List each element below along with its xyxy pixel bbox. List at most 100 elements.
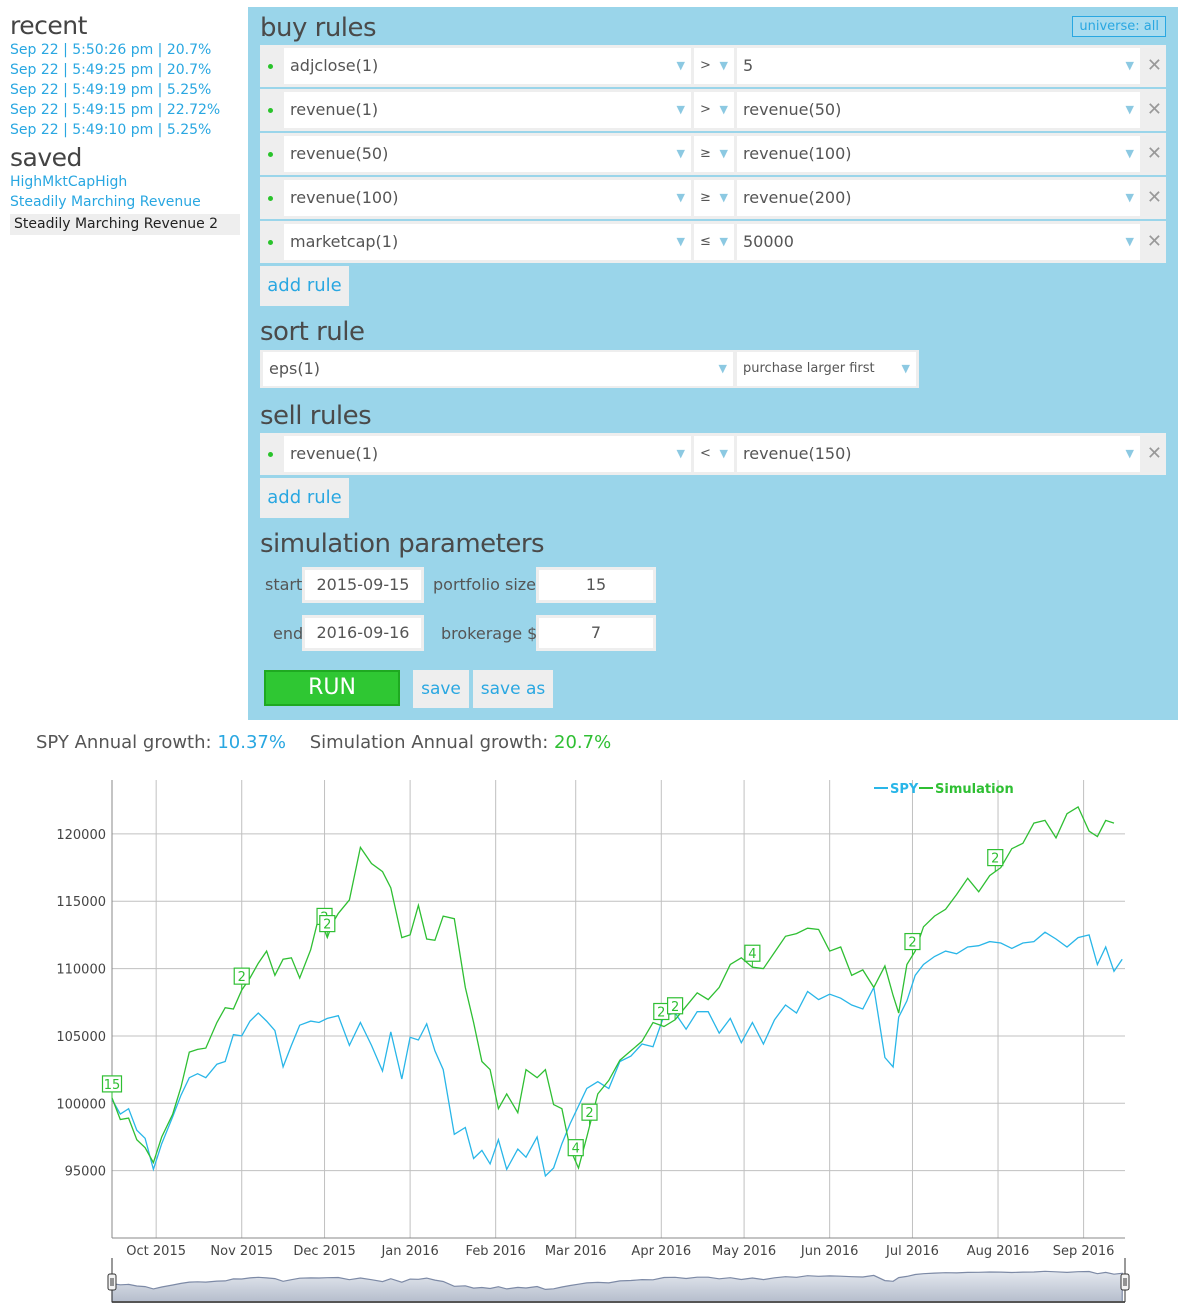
rule-right-select[interactable]: revenue(100) ▼	[737, 136, 1140, 172]
rule-row: revenue(1) ▼ < ▼ revenue(150) ▼ ✕	[260, 433, 1166, 475]
x-tick-label: Jul 2016	[885, 1244, 939, 1259]
flag-label: 2	[238, 970, 246, 985]
run-button[interactable]: RUN	[264, 670, 400, 706]
y-tick-label: 100000	[56, 1097, 106, 1112]
trade-flag: 2	[233, 967, 250, 991]
y-tick-label: 105000	[56, 1030, 106, 1045]
remove-rule-icon[interactable]: ✕	[1147, 230, 1162, 254]
dropdown-arrow-icon: ▼	[676, 147, 685, 160]
recent-run-link[interactable]: Sep 22 | 5:49:10 pm | 5.25%	[0, 120, 248, 140]
rule-operator-select[interactable]: < ▼	[694, 436, 734, 472]
recent-run-link[interactable]: Sep 22 | 5:49:15 pm | 22.72%	[0, 100, 248, 120]
remove-rule-icon[interactable]: ✕	[1147, 186, 1162, 210]
recent-run-link[interactable]: Sep 22 | 5:49:19 pm | 5.25%	[0, 80, 248, 100]
navigator-left-handle[interactable]	[107, 1273, 117, 1291]
brokerage-input[interactable]: 7	[536, 615, 656, 651]
save-as-button[interactable]: save as	[473, 670, 553, 708]
add-sell-rule-button[interactable]: add rule	[260, 478, 349, 518]
trade-flag: 2	[666, 997, 684, 1020]
rule-right-select[interactable]: revenue(200) ▼	[737, 180, 1140, 216]
rule-operator-select[interactable]: > ▼	[694, 48, 734, 84]
sim-params-heading: simulation parameters	[260, 529, 545, 559]
rule-operator-select[interactable]: > ▼	[694, 92, 734, 128]
rule-right-select[interactable]: revenue(50) ▼	[737, 92, 1140, 128]
dropdown-arrow-icon: ▼	[719, 103, 728, 116]
trade-flag: 2	[653, 1002, 670, 1026]
saved-strategy-link[interactable]: Steadily Marching Revenue	[0, 192, 248, 212]
add-buy-rule-button[interactable]: add rule	[260, 266, 349, 306]
sort-field-select[interactable]: eps(1) ▼	[263, 352, 733, 386]
rule-right-select[interactable]: 50000 ▼	[737, 224, 1140, 260]
save-button[interactable]: save	[413, 670, 469, 708]
flag-label: 2	[908, 936, 916, 951]
rule-operator-value: <	[700, 446, 711, 461]
dropdown-arrow-icon: ▼	[719, 59, 728, 72]
remove-rule-icon[interactable]: ✕	[1147, 142, 1162, 166]
x-axis-ticks: Oct 2015 Nov 2015 Dec 2015 Jan 2016 Feb 2016…	[126, 1244, 1114, 1259]
end-date-input[interactable]: 2016-09-16	[302, 615, 424, 651]
y-tick-label: 95000	[65, 1165, 106, 1180]
remove-rule-icon[interactable]: ✕	[1147, 98, 1162, 122]
rule-left-select[interactable]: revenue(1) ▼	[284, 92, 691, 128]
rule-left-select[interactable]: adjclose(1) ▼	[284, 48, 691, 84]
chart-grid	[111, 780, 1125, 1239]
trade-flag: 2	[581, 1103, 598, 1127]
rule-operator-select[interactable]: ≤ ▼	[694, 224, 734, 260]
buy-rules-heading: buy rules	[260, 13, 377, 43]
simulation-series-line	[111, 805, 1115, 1170]
dropdown-arrow-icon: ▼	[1125, 447, 1134, 460]
saved-strategy-link[interactable]: HighMktCapHigh	[0, 172, 248, 192]
saved-list: HighMktCapHigh Steadily Marching Revenue	[0, 172, 248, 212]
rule-right-select[interactable]: revenue(150) ▼	[737, 436, 1140, 472]
recent-run-link[interactable]: Sep 22 | 5:49:25 pm | 20.7%	[0, 60, 248, 80]
remove-rule-icon[interactable]: ✕	[1147, 442, 1162, 466]
rule-operator-select[interactable]: ≥ ▼	[694, 180, 734, 216]
rule-operator-select[interactable]: ≥ ▼	[694, 136, 734, 172]
spy-growth-label: SPY Annual growth:	[36, 732, 212, 753]
start-label: start	[265, 575, 303, 594]
rule-left-select[interactable]: revenue(100) ▼	[284, 180, 691, 216]
universe-button[interactable]: universe: all	[1072, 16, 1166, 37]
dropdown-arrow-icon: ▼	[1125, 235, 1134, 248]
sort-rule-heading: sort rule	[260, 317, 365, 347]
dropdown-arrow-icon: ▼	[1125, 147, 1134, 160]
rule-left-select[interactable]: marketcap(1) ▼	[284, 224, 691, 260]
y-tick-label: 115000	[56, 895, 106, 910]
rule-operator-value: >	[700, 58, 711, 73]
portfolio-size-input[interactable]: 15	[536, 567, 656, 603]
saved-heading: saved	[10, 143, 82, 172]
dropdown-arrow-icon: ▼	[901, 362, 910, 375]
chart-legend: SPY Simulation	[874, 782, 1014, 797]
rule-left-select[interactable]: revenue(1) ▼	[284, 436, 691, 472]
recent-run-link[interactable]: Sep 22 | 5:50:26 pm | 20.7%	[0, 40, 248, 60]
sort-field-value: eps(1)	[269, 359, 320, 378]
status-dot-icon	[268, 452, 273, 457]
rule-row: revenue(1) ▼ > ▼ revenue(50) ▼ ✕	[260, 89, 1166, 131]
rule-left-value: revenue(50)	[290, 144, 389, 163]
sort-order-select[interactable]: purchase larger first ▼	[737, 352, 916, 386]
dropdown-arrow-icon: ▼	[718, 362, 727, 375]
remove-rule-icon[interactable]: ✕	[1147, 54, 1162, 78]
navigator-right-handle[interactable]	[1120, 1273, 1130, 1291]
rule-right-value: 50000	[743, 232, 794, 251]
rule-left-select[interactable]: revenue(50) ▼	[284, 136, 691, 172]
dropdown-arrow-icon: ▼	[676, 191, 685, 204]
saved-item-selected[interactable]: Steadily Marching Revenue 2	[10, 214, 240, 235]
rule-operator-value: ≥	[700, 190, 711, 205]
sort-rule-row: eps(1) ▼ purchase larger first ▼	[260, 350, 919, 388]
rule-left-value: revenue(1)	[290, 100, 379, 119]
spy-legend-label: SPY	[890, 782, 919, 797]
trade-flag: 2	[904, 932, 921, 956]
dropdown-arrow-icon: ▼	[1125, 103, 1134, 116]
start-date-input[interactable]: 2015-09-15	[302, 567, 424, 603]
recent-list: Sep 22 | 5:50:26 pm | 20.7% Sep 22 | 5:49…	[0, 40, 248, 140]
growth-summary: SPY Annual growth: 10.37% Simulation Ann…	[36, 732, 611, 753]
rule-left-value: adjclose(1)	[290, 56, 379, 75]
rule-left-value: revenue(1)	[290, 444, 379, 463]
flag-label: 2	[323, 918, 331, 933]
x-tick-label: Aug 2016	[967, 1244, 1030, 1259]
rule-right-select[interactable]: 5 ▼	[737, 48, 1140, 84]
rule-operator-value: ≤	[700, 234, 711, 249]
x-tick-label: Sep 2016	[1053, 1244, 1115, 1259]
dropdown-arrow-icon: ▼	[719, 191, 728, 204]
